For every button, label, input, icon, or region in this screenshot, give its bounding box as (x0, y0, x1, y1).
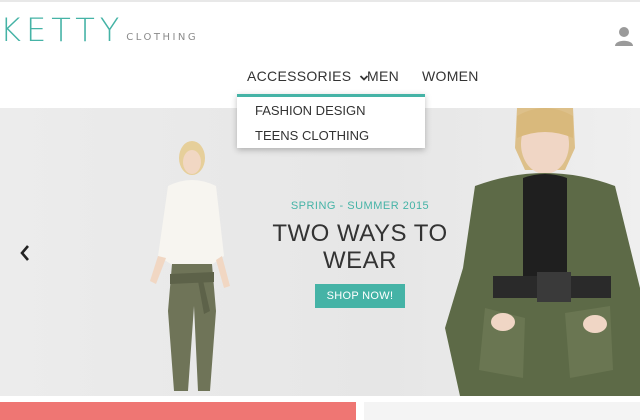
promo-season: SPRING - SUMMER 2015 (290, 200, 430, 212)
promo-title: TWO WAYS TO WEAR (260, 220, 460, 274)
nav-item-label: MEN (367, 68, 400, 84)
user-icon[interactable] (612, 24, 636, 48)
accessories-dropdown: FASHION DESIGN TEENS CLOTHING (237, 94, 425, 148)
hero-promo: SPRING - SUMMER 2015 TWO WAYS TO WEAR SH… (260, 200, 460, 308)
promo-tile-right[interactable] (364, 402, 640, 420)
dropdown-item-fashion-design[interactable]: FASHION DESIGN (237, 98, 425, 123)
model-image-left (140, 136, 240, 396)
nav-item-women[interactable]: WOMEN (422, 64, 479, 94)
model-image-right (445, 108, 640, 396)
dropdown-item-teens-clothing[interactable]: TEENS CLOTHING (237, 123, 425, 148)
chevron-left-icon[interactable] (18, 244, 32, 262)
logo-subtitle: CLOTHING (126, 32, 199, 43)
site-header: KETTY CLOTHING ACCESSORIES MEN WOMEN (0, 0, 640, 108)
nav-item-accessories[interactable]: ACCESSORIES (247, 64, 369, 94)
nav-item-label: ACCESSORIES (247, 68, 352, 84)
nav-item-label: WOMEN (422, 68, 479, 84)
promo-title-line-1: TWO WAYS TO (272, 220, 448, 247)
hero-slider: SPRING - SUMMER 2015 TWO WAYS TO WEAR SH… (0, 108, 640, 396)
brand-logo[interactable]: KETTY CLOTHING (0, 14, 198, 46)
nav-item-men[interactable]: MEN (367, 64, 399, 94)
logo-wordmark: KETTY (0, 11, 125, 49)
promo-tile-left[interactable] (0, 402, 356, 420)
promo-title-line-2: WEAR (323, 247, 397, 274)
main-nav: ACCESSORIES MEN WOMEN (0, 64, 640, 94)
shop-now-button[interactable]: SHOP NOW! (314, 284, 406, 308)
